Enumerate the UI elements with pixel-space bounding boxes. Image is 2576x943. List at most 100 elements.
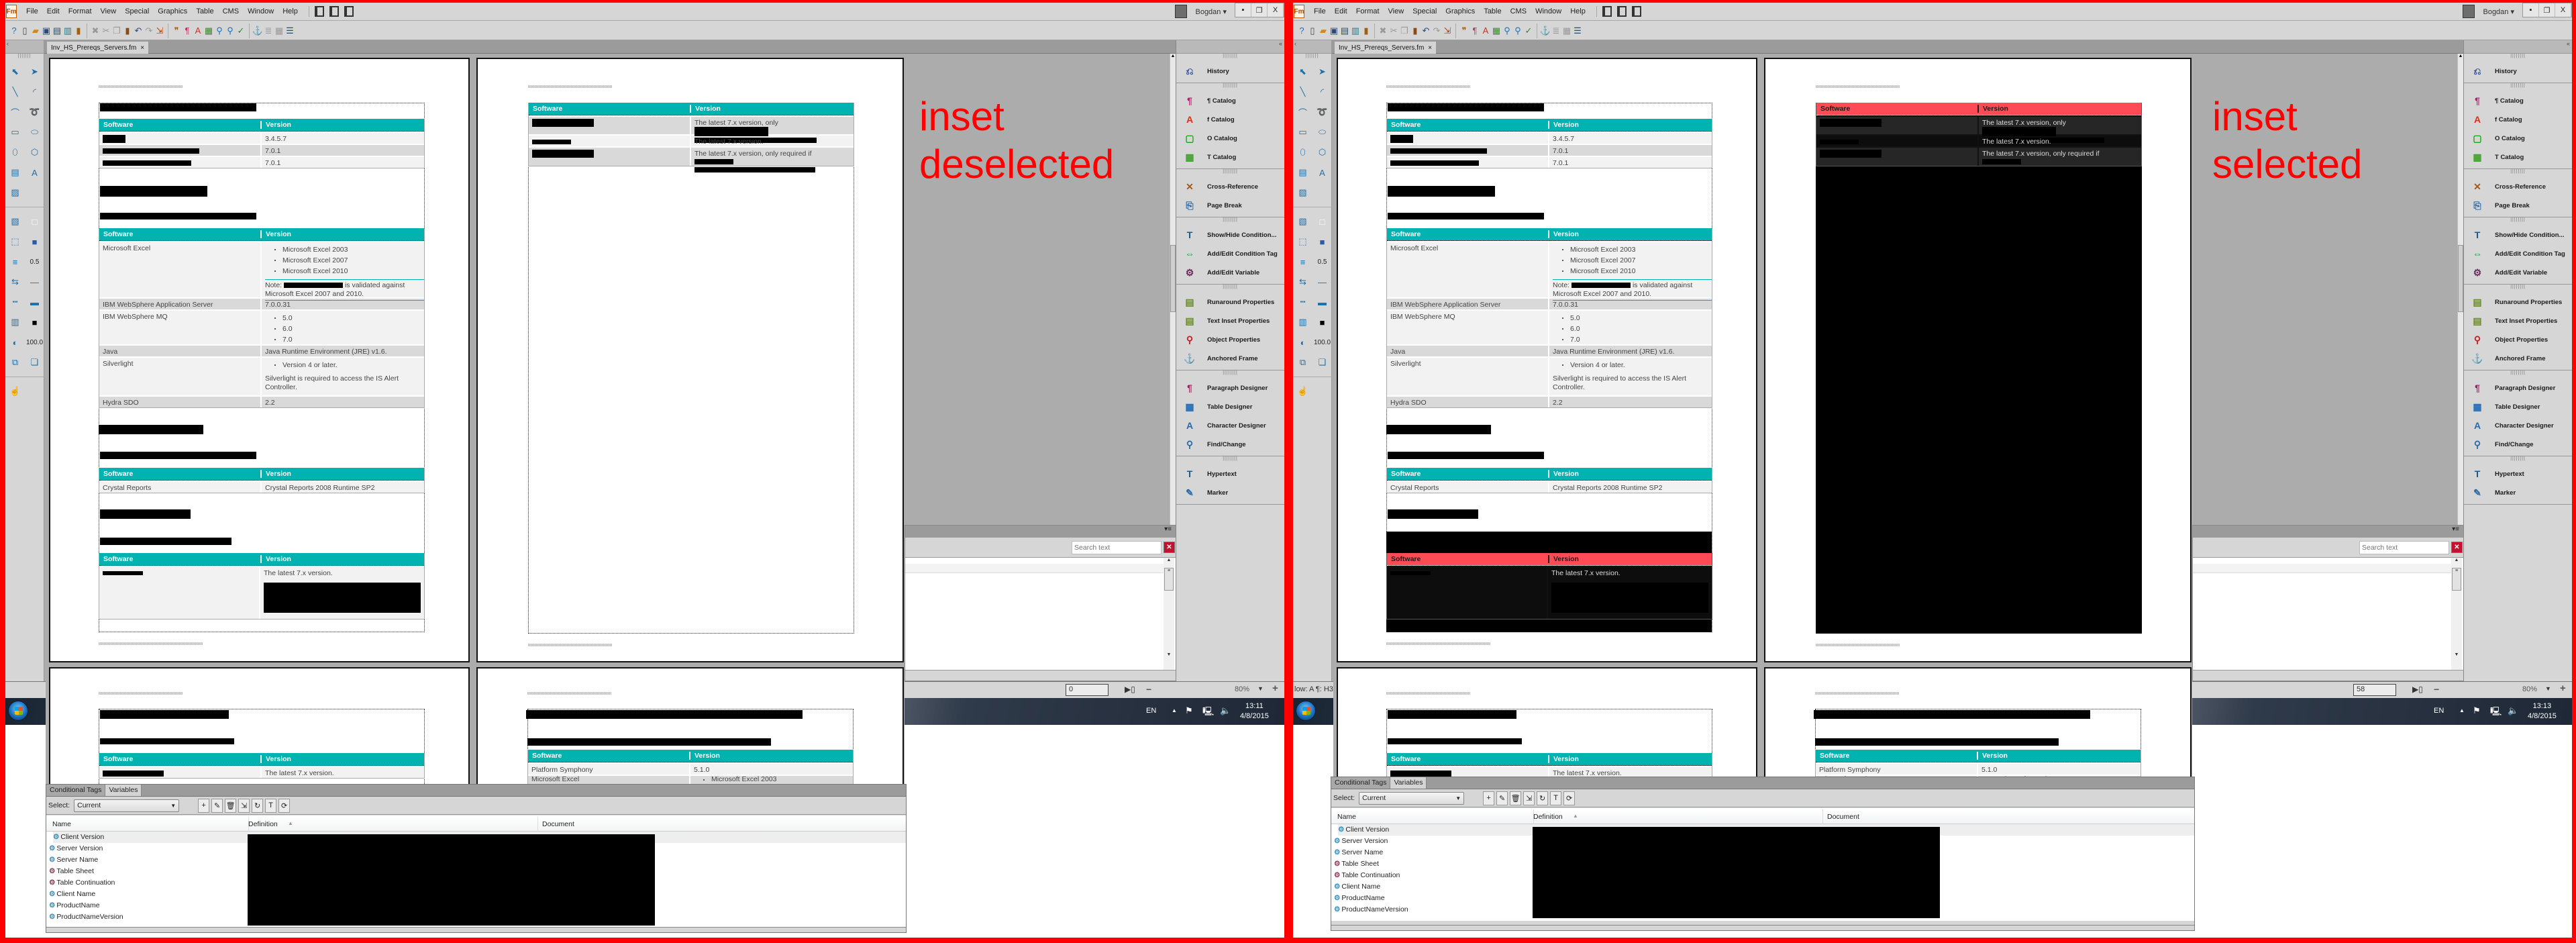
grip-icon[interactable]: ||||||| (5, 54, 44, 62)
layout-frame-icon[interactable] (344, 6, 354, 17)
runaround-icon[interactable]: ⧉ (5, 355, 25, 370)
toggle-view-icon[interactable]: ▶▯ (2412, 685, 2423, 694)
convert-to-text-icon[interactable]: T (1550, 791, 1562, 805)
grip-icon[interactable]: |||||||| (2464, 54, 2572, 62)
tab-conditional-tags[interactable]: Conditional Tags (1331, 777, 1391, 789)
pod-table-catalog[interactable]: ▦ T Catalog (1176, 148, 1284, 166)
pod-cross-reference[interactable]: ✕ Cross-Reference (1176, 177, 1284, 196)
redo-icon[interactable]: ↷ (1432, 24, 1441, 38)
minimize-icon[interactable]: ▪ (2523, 3, 2539, 17)
delete-icon[interactable]: ✖ (1378, 24, 1388, 38)
rectangle-icon[interactable]: ▭ (1293, 125, 1312, 140)
paragraph-catalog-icon[interactable]: ¶ (1470, 24, 1480, 38)
update-variable-icon[interactable]: ↻ (1537, 791, 1549, 805)
column-document[interactable]: Document (1827, 813, 1859, 821)
pod-condition-tag[interactable]: ⇔ Add/Edit Condition Tag (1176, 244, 1284, 263)
zoom-out-button[interactable]: − (1146, 684, 1151, 695)
pod-character-designer[interactable]: A Character Designer (1176, 416, 1284, 435)
undo-icon[interactable]: ↶ (134, 24, 143, 38)
workspace-switcher-icon[interactable] (1175, 5, 1188, 18)
tab-variables[interactable]: Variables (1390, 777, 1427, 789)
menu-format[interactable]: Format (68, 7, 92, 15)
oval-icon[interactable]: ⬯ (5, 145, 25, 160)
grip-icon[interactable]: |||||||| (1176, 54, 1284, 62)
pod-character-designer[interactable]: A Character Designer (2464, 416, 2572, 435)
search-input[interactable] (1072, 541, 1162, 554)
line-width-value[interactable]: 0.5 (25, 254, 44, 269)
pod-object-catalog[interactable]: ▢ O Catalog (2464, 129, 2572, 148)
new-icon[interactable]: ▯ (1308, 24, 1317, 38)
variable-scope-select[interactable]: Current ▼ (74, 799, 180, 812)
page[interactable]: Software Version The latest 7.x version. (1337, 667, 1757, 777)
volume-icon[interactable]: 🔈 (2508, 705, 2518, 716)
tab-variables[interactable]: Variables (105, 785, 142, 796)
delete-icon[interactable]: ✖ (91, 24, 100, 38)
pod-history[interactable]: ⎌ History (1176, 62, 1284, 81)
object-properties-icon[interactable]: ❏ (25, 355, 44, 370)
new-icon[interactable]: ▯ (20, 24, 30, 38)
character-catalog-icon[interactable]: A (1481, 24, 1490, 38)
menu-cms[interactable]: CMS (1510, 7, 1527, 15)
action-center-flag-icon[interactable]: ⚑ (2473, 705, 2481, 716)
variable-scope-select[interactable]: Current ▼ (1359, 791, 1465, 805)
import-icon[interactable]: ⇲ (1443, 24, 1452, 38)
menu-special[interactable]: Special (125, 7, 149, 15)
pod-cross-reference[interactable]: ✕ Cross-Reference (2464, 177, 2572, 196)
action-center-flag-icon[interactable]: ⚑ (1185, 705, 1193, 716)
find-icon[interactable]: ⚲ (215, 24, 224, 38)
network-icon[interactable]: 🖳 (2490, 705, 2502, 720)
document-tab[interactable]: Inv_HS_Prereqs_Servers.fm × (1335, 42, 1437, 54)
pod-character-catalog[interactable]: Af Catalog (1176, 110, 1284, 129)
variables-list[interactable]: Name Definition ▲ Document ⚙ Client Versi… (1331, 808, 2194, 921)
text-inset[interactable]: Software Version The latest 7.x version. (99, 532, 425, 632)
copy-icon[interactable]: ❐ (1400, 24, 1409, 38)
runaround-icon[interactable]: ⧉ (1293, 355, 1312, 370)
grip-icon[interactable]: |||||||| (1176, 217, 1284, 226)
line-end-icon[interactable]: — (25, 275, 44, 289)
spell-check-icon[interactable]: ✓ (236, 24, 246, 38)
clock[interactable]: 13:13 4/8/2015 (2528, 701, 2557, 722)
pod-find-change[interactable]: ⚲ Find/Change (2464, 435, 2572, 454)
tab-conditional-tags[interactable]: Conditional Tags (46, 785, 106, 796)
scroll-up-icon[interactable]: ▲ (2458, 54, 2463, 58)
line-cap-icon[interactable]: ▬ (1312, 295, 1332, 309)
undo-icon[interactable]: ↶ (1421, 24, 1431, 38)
menu-window[interactable]: Window (1535, 7, 1561, 15)
pod-runaround[interactable]: ▤ Runaround Properties (1176, 293, 1284, 311)
column-definition[interactable]: Definition (1533, 813, 1563, 821)
page[interactable]: Software Version The latest 7.x version, … (1764, 58, 2192, 662)
workspace-switcher-icon[interactable] (2463, 5, 2475, 18)
find-icon[interactable]: ⚲ (1502, 24, 1512, 38)
menu-window[interactable]: Window (248, 7, 274, 15)
table-insert-icon[interactable]: ▦ (274, 24, 284, 38)
cut-icon[interactable]: ✂ (101, 24, 111, 38)
page[interactable]: Software Version The latest 7.x version, … (476, 58, 904, 662)
find-next-icon[interactable]: ⚲ (225, 24, 235, 38)
grip-icon[interactable]: |||||||| (1176, 370, 1284, 379)
pod-object-properties[interactable]: ⚲ Object Properties (1176, 330, 1284, 349)
page[interactable]: SoftwareVersion Platform Symphony5.1.0 M… (1764, 667, 2192, 777)
color-black-icon[interactable]: ■ (1312, 315, 1332, 330)
clear-search-icon[interactable]: ✕ (1164, 542, 1175, 553)
polygon-icon[interactable]: ⬡ (1312, 145, 1332, 160)
menu-special[interactable]: Special (1412, 7, 1437, 15)
convert-to-text-icon[interactable]: T (265, 798, 277, 813)
layout-single-icon[interactable] (1602, 6, 1612, 17)
page[interactable]: Software Version 3.4.5.7 7.0.1 7.0.1 Soft… (1337, 58, 1757, 662)
zoom-in-button[interactable]: + (2560, 683, 2566, 694)
text-line-icon[interactable]: A (25, 165, 44, 180)
menu-file[interactable]: File (26, 7, 38, 15)
add-variable-icon[interactable]: + (1483, 791, 1495, 805)
oval-icon[interactable]: ⬯ (1293, 145, 1312, 160)
smart-select-icon[interactable]: ⬉ (5, 64, 25, 79)
search-input[interactable] (2359, 541, 2449, 554)
show-hidden-icons-icon[interactable]: ▲ (1172, 707, 1177, 713)
pod-history[interactable]: ⎌ History (2464, 62, 2572, 81)
line-end-icon[interactable]: — (1312, 275, 1332, 289)
delete-variable-icon[interactable]: 🗑 (1510, 791, 1522, 805)
add-variable-icon[interactable]: + (198, 798, 210, 813)
close-icon[interactable]: X (2555, 3, 2571, 17)
refresh-icon[interactable]: ⟳ (278, 798, 291, 813)
grip-icon[interactable]: |||||||| (2464, 169, 2572, 177)
zoom-in-button[interactable]: + (1272, 683, 1278, 694)
